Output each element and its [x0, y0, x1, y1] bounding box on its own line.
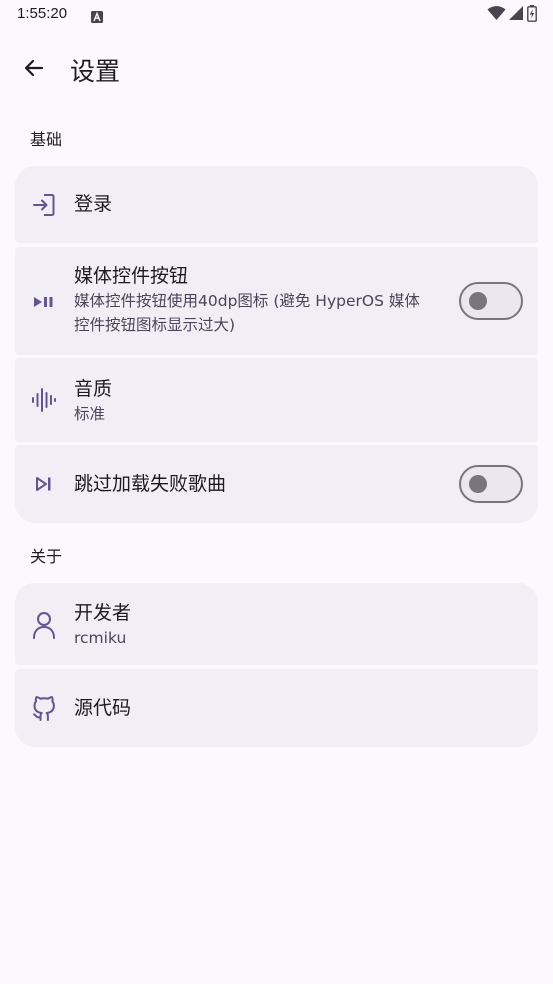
page-title: 设置	[70, 57, 121, 86]
setting-title-skip-failed: 跳过加载失败歌曲	[74, 473, 227, 495]
section-header-about: 关于	[30, 547, 63, 566]
waveform-icon	[29, 385, 59, 415]
switch-thumb	[469, 475, 487, 493]
setting-subtitle-audio-quality: 标准	[74, 405, 106, 423]
status-icons	[487, 4, 537, 26]
setting-title-media-buttons: 媒体控件按钮	[74, 265, 189, 287]
setting-subtitle-media-buttons-1: 媒体控件按钮使用40dp图标 (避免 HyperOS 媒体	[74, 292, 420, 310]
font-a-icon	[91, 8, 103, 23]
login-icon	[29, 190, 59, 220]
section-header-basic: 基础	[30, 130, 63, 149]
top-app-bar: 设置	[0, 40, 553, 100]
switch-thumb	[469, 292, 487, 310]
battery-icon	[527, 4, 537, 26]
setting-item-developer[interactable]: 开发者 rcmiku	[15, 583, 538, 665]
wifi-icon	[487, 5, 506, 25]
setting-title-login: 登录	[74, 193, 113, 215]
setting-item-media-buttons[interactable]: 媒体控件按钮 媒体控件按钮使用40dp图标 (避免 HyperOS 媒体 控件按…	[15, 247, 538, 355]
media-buttons-switch[interactable]	[459, 282, 523, 320]
skip-failed-switch[interactable]	[459, 465, 523, 503]
status-time: 1:55:20	[17, 5, 68, 22]
setting-item-source-code[interactable]: 源代码	[15, 669, 538, 747]
person-icon	[29, 610, 59, 640]
setting-item-skip-failed[interactable]: 跳过加载失败歌曲	[15, 445, 538, 523]
setting-title-developer: 开发者	[74, 602, 132, 624]
setting-item-login[interactable]: 登录	[15, 166, 538, 243]
arrow-back-icon	[22, 56, 46, 84]
setting-subtitle-media-buttons-2: 控件按钮图标显示过大)	[74, 316, 236, 334]
setting-title-audio-quality: 音质	[74, 378, 113, 400]
setting-title-source-code: 源代码	[74, 697, 132, 719]
github-icon	[29, 693, 59, 723]
signal-icon	[509, 5, 524, 25]
play-pause-icon	[29, 287, 59, 317]
status-bar: 1:55:20	[0, 0, 553, 32]
setting-item-audio-quality[interactable]: 音质 标准	[15, 358, 538, 442]
back-button[interactable]	[14, 50, 54, 90]
skip-next-icon	[29, 469, 59, 499]
setting-subtitle-developer: rcmiku	[74, 629, 127, 647]
